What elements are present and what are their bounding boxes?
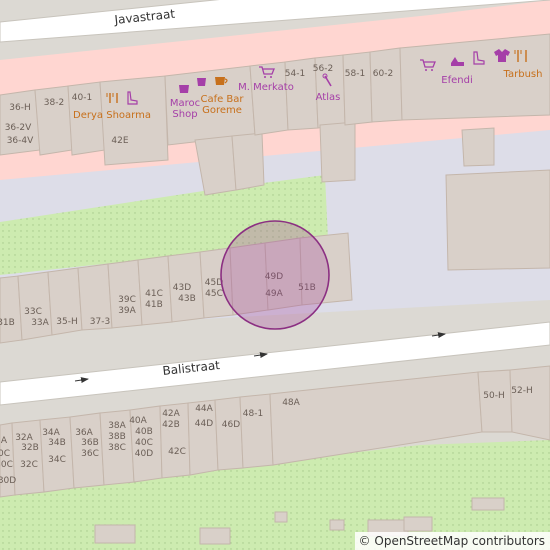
map-svg: Javastraat Balistraat 36-H 36-2V 36-4V 3… bbox=[0, 0, 550, 550]
poi-label-goreme: Cafe Bar Goreme bbox=[200, 94, 244, 116]
poi-label-merkato: M. Merkato bbox=[238, 82, 294, 93]
map-attribution: © OpenStreetMap contributors bbox=[354, 532, 550, 550]
house-number: 40B bbox=[135, 427, 153, 437]
poi-label-efendi: Efendi bbox=[441, 75, 472, 86]
house-number: 34A bbox=[42, 428, 60, 438]
house-number: 48-1 bbox=[243, 409, 263, 419]
house-number: 36-H bbox=[9, 103, 30, 113]
house-number: 39C bbox=[118, 295, 136, 305]
house-number: 42B bbox=[162, 420, 180, 430]
house-number: 36C bbox=[81, 449, 99, 459]
house-number: 33C bbox=[24, 307, 42, 317]
poi-label-tarbush: Tarbush bbox=[503, 69, 543, 80]
house-number: 36B bbox=[81, 438, 99, 448]
house-number: 0C bbox=[0, 449, 10, 459]
house-number: 42C bbox=[168, 447, 186, 457]
house-number: 56-2 bbox=[313, 64, 333, 74]
house-number: 38C bbox=[108, 443, 126, 453]
house-number: 44D bbox=[195, 419, 213, 429]
house-number: 33A bbox=[31, 318, 49, 328]
house-number: 32B bbox=[21, 443, 39, 453]
house-number: 36A bbox=[75, 428, 93, 438]
house-number: 52-H bbox=[511, 386, 532, 396]
house-number: 40A bbox=[129, 416, 147, 426]
house-number: 41B bbox=[145, 300, 163, 310]
house-number: 40C bbox=[135, 438, 153, 448]
house-number: 34B bbox=[48, 438, 66, 448]
house-number: 43D bbox=[173, 283, 191, 293]
house-number: 54-1 bbox=[285, 69, 305, 79]
house-number: 41C bbox=[145, 289, 163, 299]
house-number: 38-2 bbox=[44, 98, 64, 108]
attribution-link[interactable]: OpenStreetMap contributors bbox=[374, 534, 545, 548]
house-number: 60-2 bbox=[373, 69, 393, 79]
house-number: 45C bbox=[205, 289, 223, 299]
house-number: 40-1 bbox=[72, 93, 92, 103]
house-number: 38B bbox=[108, 432, 126, 442]
house-number: 43B bbox=[178, 294, 196, 304]
house-number: 32C bbox=[20, 460, 38, 470]
house-number: 30D bbox=[0, 476, 16, 486]
poi-label-derya: Derya Shoarma bbox=[73, 110, 151, 121]
house-number: 32A bbox=[15, 433, 33, 443]
house-number: 30C bbox=[0, 460, 13, 470]
house-number: 50-H bbox=[483, 391, 504, 401]
poi-label-maroc: Maroc Shop bbox=[170, 98, 200, 120]
house-number: 31B bbox=[0, 318, 15, 328]
location-marker-circle[interactable] bbox=[220, 220, 330, 330]
house-number: 39A bbox=[118, 306, 136, 316]
house-number: 42A bbox=[162, 409, 180, 419]
house-number: 42E bbox=[111, 136, 128, 146]
house-number: 38A bbox=[108, 421, 126, 431]
house-number: 34C bbox=[48, 455, 66, 465]
house-number: 40D bbox=[135, 449, 153, 459]
house-number: 58-1 bbox=[345, 69, 365, 79]
house-number: 36-4V bbox=[7, 136, 34, 146]
house-number: 35-H bbox=[56, 317, 77, 327]
house-number: 46D bbox=[222, 420, 240, 430]
house-number: 44A bbox=[195, 404, 213, 414]
house-number: 36-2V bbox=[5, 123, 32, 133]
house-number: A bbox=[1, 436, 8, 446]
house-number: 48A bbox=[282, 398, 300, 408]
poi-label-atlas: Atlas bbox=[316, 92, 341, 103]
map-canvas[interactable]: Javastraat Balistraat 36-H 36-2V 36-4V 3… bbox=[0, 0, 550, 550]
copyright-symbol: © bbox=[358, 534, 371, 548]
house-number: 37-3 bbox=[90, 317, 110, 327]
